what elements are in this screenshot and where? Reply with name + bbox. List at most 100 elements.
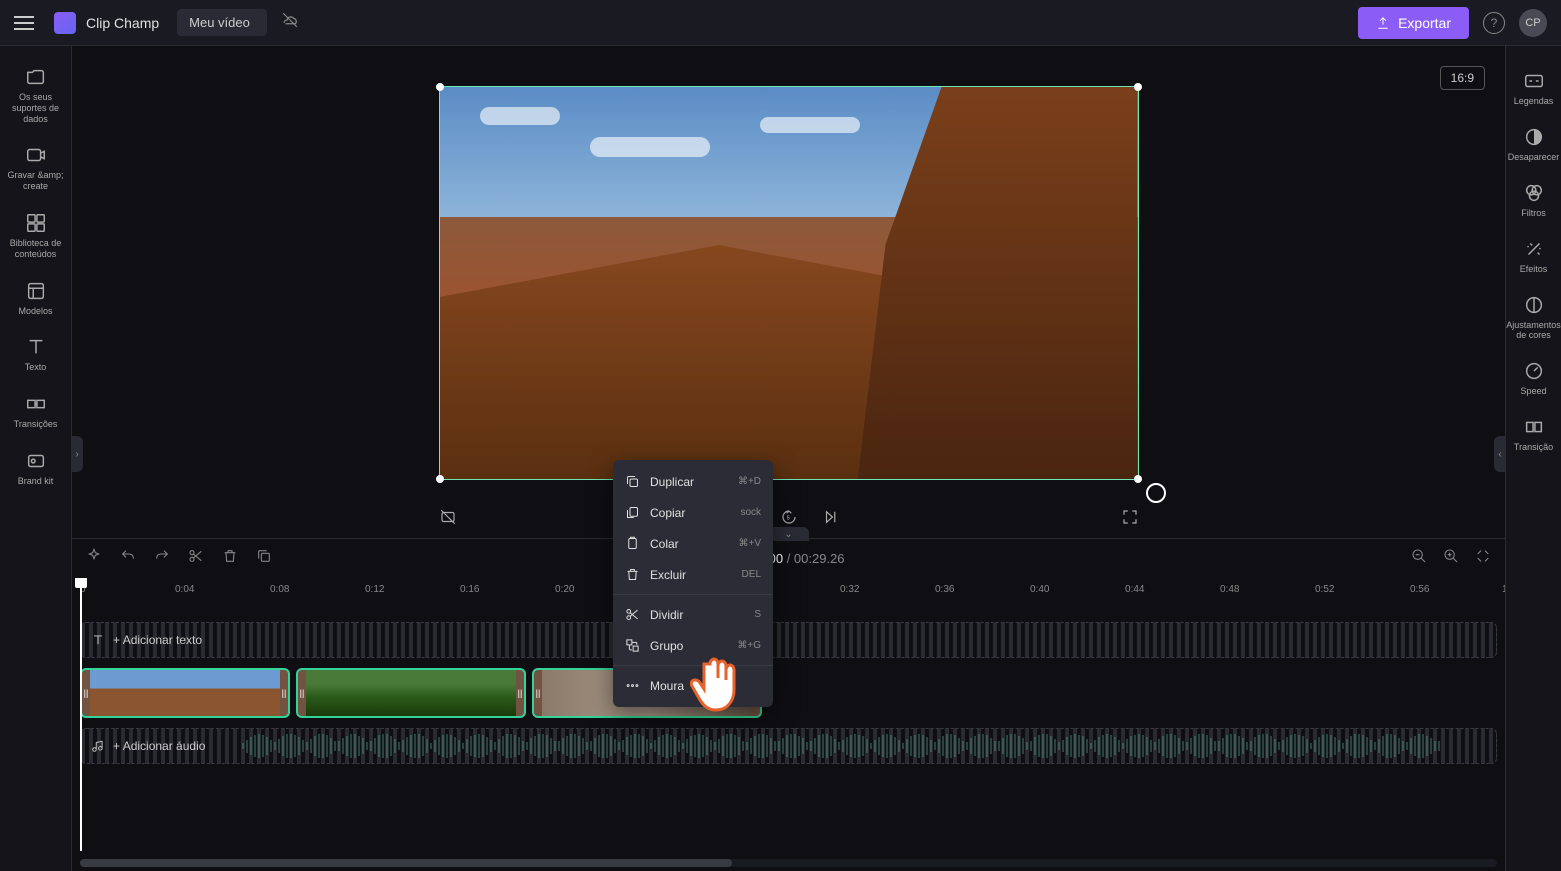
right-item-color[interactable]: Ajustamentos de cores <box>1506 284 1561 350</box>
left-sidebar: Os seus suportes de dados Gravar &amp; c… <box>0 46 72 871</box>
menu-shortcut: ⌘+D <box>738 476 761 487</box>
sidebar-item-label: Transições <box>14 419 58 430</box>
resize-handle-icon[interactable] <box>436 83 444 91</box>
menu-group[interactable]: Grupo ⌘+G <box>613 630 773 661</box>
menu-shortcut: DEL <box>742 569 761 580</box>
menu-shortcut: sock <box>740 507 761 518</box>
timeline-toolbar: ⌄ 00:00.00 / 00:29.26 <box>72 538 1505 578</box>
zoom-in-icon[interactable] <box>1443 548 1459 569</box>
sidebar-item-label: Os seus suportes de dados <box>2 92 69 124</box>
ruler-tick: 0:48 <box>1220 584 1239 595</box>
project-title-input[interactable] <box>177 9 267 36</box>
sidebar-item-label: Modelos <box>18 306 52 317</box>
audio-track[interactable]: + Adicionar áudio <box>80 728 1497 764</box>
video-canvas[interactable] <box>439 86 1139 480</box>
video-clip[interactable]: || || <box>296 668 526 718</box>
menu-label: Moura <box>650 679 684 693</box>
aspect-ratio-badge[interactable]: 16:9 <box>1440 66 1485 90</box>
menu-split[interactable]: Dividir S <box>613 599 773 630</box>
menu-divider <box>613 665 773 666</box>
right-item-label: Filtros <box>1521 208 1546 218</box>
resize-handle-icon[interactable] <box>1134 83 1142 91</box>
clip-handle-icon[interactable]: || <box>534 670 542 716</box>
trash-icon[interactable] <box>222 548 238 569</box>
sidebar-item-templates[interactable]: Modelos <box>0 270 71 327</box>
sidebar-item-text[interactable]: Texto <box>0 326 71 383</box>
menu-shortcut: ⌘+V <box>738 538 761 549</box>
right-item-speed[interactable]: Speed <box>1506 350 1561 406</box>
ruler-tick: 0:44 <box>1125 584 1144 595</box>
right-item-label: Legendas <box>1514 96 1554 106</box>
clip-handle-icon[interactable]: || <box>82 670 90 716</box>
sidebar-item-library[interactable]: Biblioteca de conteúdos <box>0 202 71 270</box>
ruler-tick: 0:16 <box>460 584 479 595</box>
zoom-out-icon[interactable] <box>1411 548 1427 569</box>
app-logo-icon <box>54 12 76 34</box>
sidebar-item-label: Texto <box>25 362 47 373</box>
menu-icon[interactable] <box>14 16 34 30</box>
fullscreen-icon[interactable] <box>1121 508 1139 531</box>
clip-handle-icon[interactable]: || <box>280 670 288 716</box>
user-avatar[interactable]: CP <box>1519 9 1547 37</box>
menu-label: Copiar <box>650 506 685 520</box>
menu-label: Dividir <box>650 608 683 622</box>
watermark-icon <box>1146 483 1166 503</box>
skip-end-icon[interactable] <box>822 508 840 531</box>
waveform <box>241 729 1486 763</box>
right-item-label: Ajustamentos de cores <box>1506 320 1561 340</box>
resize-handle-icon[interactable] <box>1134 475 1142 483</box>
magic-icon[interactable] <box>86 548 102 569</box>
menu-copy[interactable]: Copiar sock <box>613 497 773 528</box>
sidebar-item-brandkit[interactable]: Brand kit <box>0 440 71 497</box>
export-button[interactable]: Exportar <box>1358 7 1469 39</box>
split-icon[interactable] <box>188 548 204 569</box>
timeline-scrollbar[interactable] <box>80 859 1497 867</box>
right-item-fade[interactable]: Desaparecer <box>1506 116 1561 172</box>
zoom-fit-icon[interactable] <box>1475 548 1491 569</box>
menu-delete[interactable]: Excluir DEL <box>613 559 773 590</box>
redo-icon[interactable] <box>154 548 170 569</box>
clip-handle-icon[interactable]: || <box>516 670 524 716</box>
undo-icon[interactable] <box>120 548 136 569</box>
cloud-off-icon[interactable] <box>281 11 299 34</box>
ruler-tick: 0:20 <box>555 584 574 595</box>
text-track[interactable]: + Adicionar texto <box>80 622 1497 658</box>
ruler-tick: 0:04 <box>175 584 194 595</box>
sidebar-item-media[interactable]: Os seus suportes de dados <box>0 56 71 134</box>
add-audio-label: Adicionar áudio <box>123 739 206 753</box>
preview-image <box>440 87 1138 479</box>
video-clip[interactable]: || || <box>80 668 290 718</box>
playhead[interactable] <box>80 578 82 851</box>
sidebar-item-transitions[interactable]: Transições <box>0 383 71 440</box>
menu-shortcut: ⌘+G <box>737 640 761 651</box>
clip-handle-icon[interactable]: || <box>298 670 306 716</box>
ruler-tick: 1:00 <box>1502 584 1505 595</box>
menu-more[interactable]: Moura <box>613 670 773 701</box>
menu-paste[interactable]: Colar ⌘+V <box>613 528 773 559</box>
right-item-label: Efeitos <box>1520 264 1548 274</box>
menu-duplicate[interactable]: Duplicar ⌘+D <box>613 466 773 497</box>
detach-icon[interactable] <box>439 508 457 531</box>
help-icon[interactable]: ? <box>1483 12 1505 34</box>
sidebar-item-record[interactable]: Gravar &amp; create <box>0 134 71 202</box>
timeline-ruler[interactable]: 0 0:04 0:08 0:12 0:16 0:20 0:24 0:28 0:3… <box>72 578 1505 602</box>
resize-handle-icon[interactable] <box>436 475 444 483</box>
right-item-captions[interactable]: Legendas <box>1506 60 1561 116</box>
right-item-label: Transição <box>1514 442 1553 452</box>
preview-area: 16:9 5 <box>72 46 1505 536</box>
ruler-tick: 0:56 <box>1410 584 1429 595</box>
menu-label: Excluir <box>650 568 686 582</box>
ruler-tick: 0:40 <box>1030 584 1049 595</box>
right-item-effects[interactable]: Efeitos <box>1506 228 1561 284</box>
ruler-tick: 0:36 <box>935 584 954 595</box>
ruler-tick: 0:52 <box>1315 584 1334 595</box>
copy-icon[interactable] <box>256 548 272 569</box>
menu-label: Grupo <box>650 639 683 653</box>
svg-text:5: 5 <box>786 515 789 521</box>
collapse-timeline-icon[interactable]: ⌄ <box>769 527 809 541</box>
right-item-filters[interactable]: Filtros <box>1506 172 1561 228</box>
menu-divider <box>613 594 773 595</box>
export-label: Exportar <box>1398 15 1451 31</box>
total-time: 00:29.26 <box>794 551 845 566</box>
right-item-transition[interactable]: Transição <box>1506 406 1561 462</box>
